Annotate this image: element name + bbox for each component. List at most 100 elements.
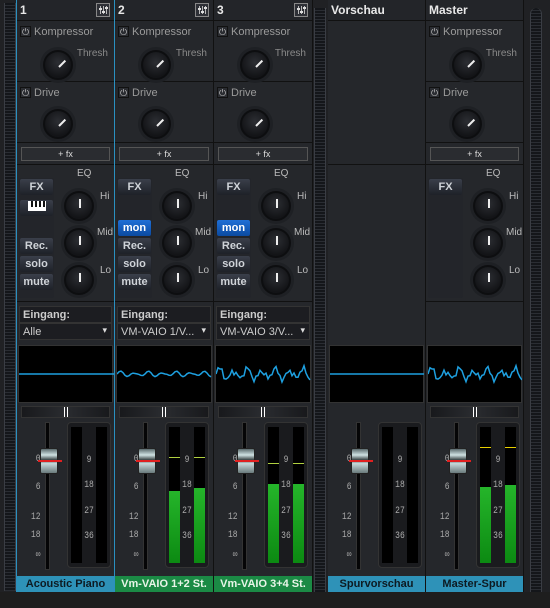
strip-header[interactable]: 3 — [214, 0, 312, 21]
empty-section — [328, 22, 425, 165]
pan-slider[interactable] — [119, 406, 209, 418]
eq-lo-knob[interactable] — [261, 265, 291, 295]
record-button[interactable]: Rec. — [217, 238, 250, 254]
scrollbar-left[interactable] — [4, 3, 16, 591]
fader-track[interactable] — [143, 422, 148, 570]
compressor-power-icon[interactable]: ⏻ — [118, 26, 129, 37]
fx-button[interactable]: FX — [217, 179, 250, 195]
drive-knob[interactable] — [141, 109, 171, 139]
compressor-power-icon[interactable]: ⏻ — [20, 26, 31, 37]
fader-scale-label: 6 — [35, 482, 41, 493]
add-fx-button[interactable]: + fx — [21, 147, 110, 161]
drive-knob[interactable] — [452, 109, 482, 139]
add-fx-button[interactable]: + fx — [218, 147, 308, 161]
add-fx-button[interactable]: + fx — [430, 147, 519, 161]
fader-track[interactable] — [45, 422, 50, 570]
meter-left — [480, 427, 491, 563]
fader-scale-label: 18 — [439, 530, 450, 541]
track-name-label[interactable]: Spurvorschau — [328, 576, 425, 592]
eq-lo-knob[interactable] — [473, 265, 503, 295]
solo-button[interactable]: solo — [217, 256, 250, 272]
compressor-power-icon[interactable]: ⏻ — [217, 26, 228, 37]
fx-button[interactable]: FX — [118, 179, 151, 195]
pan-slider[interactable] — [430, 406, 519, 418]
record-button[interactable]: Rec. — [20, 238, 53, 254]
add-fx-button[interactable]: + fx — [119, 147, 209, 161]
drive-power-icon[interactable]: ⏻ — [20, 87, 31, 98]
pan-handle[interactable] — [472, 407, 477, 417]
mixer-settings-icon[interactable] — [294, 3, 308, 17]
pan-handle[interactable] — [261, 407, 265, 417]
volume-fader-handle[interactable] — [136, 448, 160, 474]
eq-hi-knob[interactable] — [162, 191, 192, 221]
solo-button[interactable]: solo — [118, 256, 151, 272]
monitor-button[interactable]: mon — [118, 220, 151, 236]
eq-hi-knob[interactable] — [473, 191, 503, 221]
eq-mid-knob[interactable] — [64, 228, 94, 258]
strip-header[interactable]: 1 — [17, 0, 114, 21]
mute-button[interactable]: mute — [217, 274, 250, 290]
channel-strip-2: 2 ⏻ Kompressor Thresh ⏻ Drive + fx EQ FX… — [115, 0, 214, 592]
pan-slider[interactable] — [218, 406, 308, 418]
keyboard-icon[interactable] — [20, 200, 53, 216]
drive-knob[interactable] — [43, 109, 73, 139]
meter-scale-label: 27 — [84, 506, 94, 517]
eq-section: EQ FX Hi Mid Lo — [426, 164, 523, 302]
eq-mid-knob[interactable] — [473, 228, 503, 258]
eq-mid-knob[interactable] — [162, 228, 192, 258]
track-name-label[interactable]: Master-Spur — [426, 576, 523, 592]
drive-power-icon[interactable]: ⏻ — [217, 87, 228, 98]
mixer-settings-icon[interactable] — [96, 3, 110, 17]
monitor-button[interactable]: mon — [217, 220, 250, 236]
fader-track[interactable] — [454, 422, 459, 570]
fader-scale-label: 18 — [128, 530, 139, 541]
thresh-knob[interactable] — [452, 50, 482, 80]
volume-fader-handle[interactable] — [38, 448, 62, 474]
input-dropdown[interactable]: VM-VAIO 3/V... ▾ — [216, 323, 310, 340]
pan-handle[interactable] — [63, 407, 68, 417]
fx-button[interactable]: FX — [429, 179, 462, 195]
record-button[interactable]: Rec. — [118, 238, 151, 254]
meter-scale-label: 36 — [395, 531, 405, 542]
eq-hi-knob[interactable] — [64, 191, 94, 221]
eq-hi-knob[interactable] — [261, 191, 291, 221]
strip-header[interactable]: 2 — [115, 0, 213, 21]
strip-header[interactable]: Master — [426, 0, 523, 21]
thresh-knob[interactable] — [43, 50, 73, 80]
track-name-label[interactable]: Vm-VAIO 1+2 St. — [115, 576, 213, 592]
volume-fader-handle[interactable] — [235, 448, 259, 474]
input-dropdown[interactable]: Alle ▾ — [19, 323, 112, 340]
thresh-knob[interactable] — [141, 50, 171, 80]
track-name-label[interactable]: Acoustic Piano — [17, 576, 114, 592]
drive-knob[interactable] — [240, 109, 270, 139]
input-label: Eingang: — [216, 306, 310, 323]
mute-button[interactable]: mute — [20, 274, 53, 290]
input-dropdown[interactable]: VM-VAIO 1/V... ▾ — [117, 323, 211, 340]
fx-button[interactable]: FX — [20, 179, 53, 195]
strip-header[interactable]: Vorschau — [328, 0, 425, 21]
meter-scale-label: 27 — [395, 506, 405, 517]
eq-mid-knob[interactable] — [261, 228, 291, 258]
drive-power-icon[interactable]: ⏻ — [118, 87, 129, 98]
pan-handle[interactable] — [162, 407, 166, 417]
thresh-knob[interactable] — [240, 50, 270, 80]
drive-power-icon[interactable]: ⏻ — [429, 87, 440, 98]
fader-area: 061218∞ 9182736 — [117, 420, 211, 572]
pan-slider[interactable] — [21, 406, 110, 418]
volume-fader-handle[interactable] — [447, 448, 471, 474]
eq-lo-knob[interactable] — [162, 265, 192, 295]
meter-scale-label: 9 — [86, 455, 92, 466]
eq-lo-knob[interactable] — [64, 265, 94, 295]
fader-track[interactable] — [242, 422, 247, 570]
meter-left — [382, 427, 393, 563]
mute-button[interactable]: mute — [118, 274, 151, 290]
compressor-power-icon[interactable]: ⏻ — [429, 26, 440, 37]
scrollbar-right[interactable] — [530, 8, 542, 592]
track-name-label[interactable]: Vm-VAIO 3+4 St. — [214, 576, 312, 592]
solo-button[interactable]: solo — [20, 256, 53, 272]
fader-track[interactable] — [356, 422, 361, 570]
volume-fader-handle[interactable] — [349, 448, 373, 474]
eq-section: EQ FX mon Rec. solo mute Hi Mid Lo — [214, 164, 312, 302]
mixer-settings-icon[interactable] — [195, 3, 209, 17]
fader-scale-label: ∞ — [232, 550, 238, 561]
